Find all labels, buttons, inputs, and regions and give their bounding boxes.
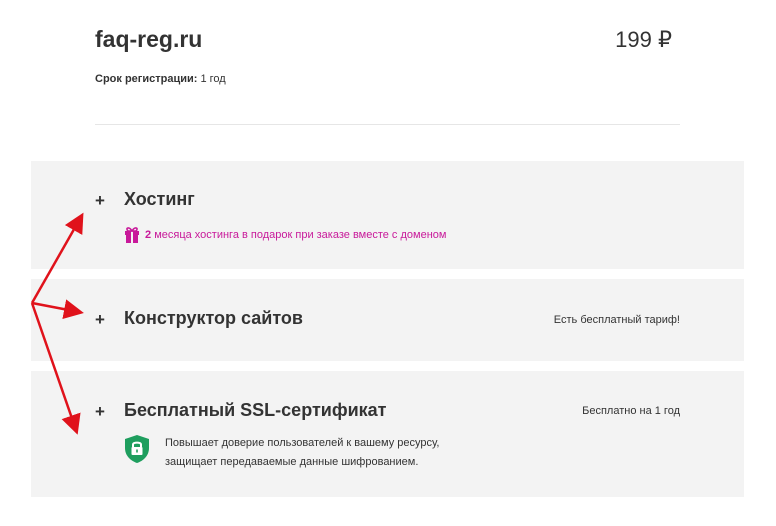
arrow-to-ssl bbox=[30, 302, 81, 435]
arrow-to-hosting bbox=[30, 212, 84, 304]
arrow-to-builder bbox=[31, 299, 84, 320]
annotation-arrows bbox=[30, 212, 84, 435]
